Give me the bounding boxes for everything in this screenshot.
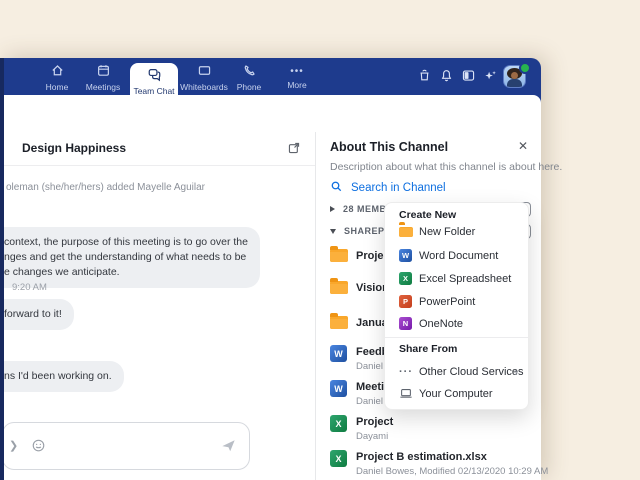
- calendar-icon: [96, 63, 111, 80]
- excel-file-icon: X: [330, 450, 347, 467]
- channel-title: Design Happiness: [22, 141, 126, 155]
- message-bubble: context, the purpose of this meeting is …: [4, 227, 260, 288]
- menu-divider: [385, 337, 528, 338]
- word-file-icon: W: [330, 380, 347, 397]
- presence-status-dot: [519, 62, 531, 74]
- tab-team-chat[interactable]: Team Chat: [130, 63, 178, 100]
- tab-label: Team Chat: [133, 86, 174, 96]
- panel-title: About This Channel: [330, 140, 448, 154]
- left-sidebar-sliver: [0, 58, 4, 480]
- close-icon[interactable]: ✕: [518, 139, 528, 153]
- search-in-channel[interactable]: Search in Channel: [330, 180, 446, 196]
- open-in-new-window-icon[interactable]: [287, 141, 301, 155]
- menu-item-excel-spreadsheet[interactable]: X Excel Spreadsheet: [385, 268, 528, 290]
- panel-toggle-icon[interactable]: [461, 68, 476, 83]
- tab-label: Meetings: [86, 82, 121, 92]
- folder-icon: [399, 225, 413, 237]
- chevron-down-icon: [330, 229, 336, 234]
- powerpoint-icon: P: [399, 295, 412, 308]
- message-bubble: forward to it!: [4, 299, 74, 330]
- laptop-icon: [399, 387, 413, 405]
- excel-file-icon: X: [330, 415, 347, 432]
- folder-icon: [330, 316, 348, 329]
- file-meta: Dayami: [356, 431, 388, 442]
- menu-header: Create New: [399, 209, 456, 221]
- tab-label: Whiteboards: [180, 82, 228, 92]
- chevron-right-icon: ›: [514, 365, 518, 379]
- whiteboard-icon: [197, 63, 212, 80]
- tab-label: Phone: [237, 82, 262, 92]
- message-timestamp: 9:20 AM: [12, 282, 47, 293]
- file-name: Project B estimation.xlsx: [356, 451, 487, 463]
- menu-item-powerpoint[interactable]: P PowerPoint: [385, 291, 528, 313]
- file-meta: Daniel Bowes, Modified 02/13/2020 10:29 …: [356, 466, 548, 477]
- chat-bubbles-icon: [147, 67, 162, 84]
- phone-icon: [242, 63, 257, 80]
- avatar-face: [511, 72, 518, 79]
- tab-more[interactable]: ••• More: [277, 61, 317, 94]
- tab-home[interactable]: Home: [36, 61, 78, 94]
- channel-description: Description about what this channel is a…: [330, 161, 562, 173]
- menu-item-your-computer[interactable]: Your Computer: [385, 383, 528, 405]
- emoji-icon[interactable]: [31, 438, 46, 453]
- bell-icon[interactable]: [439, 68, 454, 83]
- folder-icon: [330, 249, 348, 262]
- search-icon: [330, 180, 343, 196]
- message-input[interactable]: [55, 437, 209, 455]
- menu-header: Share From: [399, 343, 457, 355]
- search-label: Search in Channel: [351, 182, 446, 194]
- file-row[interactable]: X Project B estimation.xlsx Daniel Bowes…: [330, 451, 541, 480]
- word-file-icon: W: [330, 345, 347, 362]
- tab-whiteboards[interactable]: Whiteboards: [178, 61, 230, 94]
- chat-header: Design Happiness: [4, 132, 315, 166]
- create-new-dropdown: Create New New Folder W Word Document X …: [384, 202, 529, 410]
- more-icon: •••: [290, 65, 304, 78]
- menu-item-word-document[interactable]: W Word Document: [385, 245, 528, 267]
- file-row[interactable]: X Project Dayami: [330, 416, 541, 446]
- file-name: Project: [356, 416, 393, 428]
- folder-icon: [330, 281, 348, 294]
- tab-label: Home: [46, 82, 69, 92]
- message-bubble: ns I'd been working on.: [4, 361, 124, 392]
- trash-icon[interactable]: [417, 68, 432, 83]
- tab-phone[interactable]: Phone: [230, 61, 268, 94]
- cloud-services-dots-icon: ···: [399, 365, 413, 379]
- ai-sparkle-icon[interactable]: [483, 68, 498, 83]
- home-icon: [50, 63, 65, 80]
- avatar-body: [507, 79, 522, 88]
- menu-item-new-folder[interactable]: New Folder: [385, 221, 528, 243]
- system-message: oleman (she/her/hers) added Mayelle Agui…: [6, 182, 205, 193]
- onenote-icon: N: [399, 317, 412, 330]
- menu-item-onenote[interactable]: N OneNote: [385, 313, 528, 335]
- tab-label: More: [287, 80, 306, 90]
- chevron-right-icon: [330, 206, 335, 212]
- screenshot-stage: Home Meetings Team Chat Whiteboards Phon…: [0, 0, 640, 480]
- tab-meetings[interactable]: Meetings: [80, 61, 126, 94]
- send-icon[interactable]: [220, 437, 237, 454]
- format-icon[interactable]: ❯: [9, 439, 18, 452]
- excel-icon: X: [399, 272, 412, 285]
- chat-column: Design Happiness oleman (she/her/hers) a…: [4, 132, 315, 480]
- word-icon: W: [399, 249, 412, 262]
- menu-item-other-cloud-services[interactable]: ··· Other Cloud Services ›: [385, 361, 528, 383]
- message-compose-box: ❯: [4, 422, 250, 470]
